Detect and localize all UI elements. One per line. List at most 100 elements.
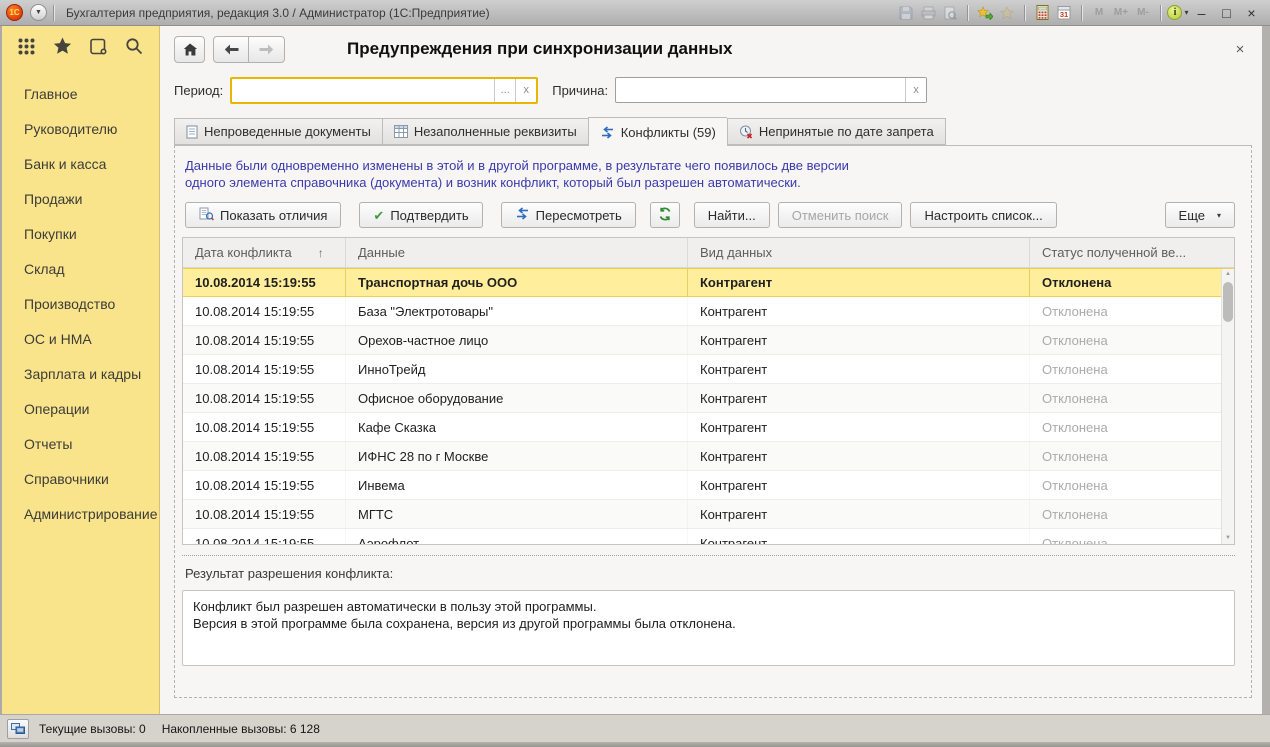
save-icon[interactable]: [895, 3, 917, 23]
app-window: 1С ▼ Бухгалтерия предприятия, редакция 3…: [0, 0, 1270, 747]
table-header: Дата конфликта ↑ Данные Вид данных Стату…: [183, 238, 1234, 268]
sidebar-item-proizvodstvo[interactable]: Производство: [2, 286, 159, 321]
calendar-icon[interactable]: 31: [1053, 3, 1075, 23]
conflicts-panel: Данные были одновременно изменены в этой…: [174, 145, 1252, 698]
sidebar-item-rukovoditelyu[interactable]: Руководителю: [2, 111, 159, 146]
sidebar-item-sklad[interactable]: Склад: [2, 251, 159, 286]
sync-icon: [515, 207, 530, 223]
tab-neprovedennye-dokumenty[interactable]: Непроведенные документы: [174, 118, 382, 145]
memory-m-plus-button[interactable]: M+: [1110, 3, 1132, 23]
find-button[interactable]: Найти...: [694, 202, 770, 228]
tab-konflikty[interactable]: Конфликты (59): [588, 117, 727, 146]
sidebar-item-glavnoe[interactable]: Главное: [2, 76, 159, 111]
maximize-button[interactable]: □: [1214, 3, 1239, 22]
separator: [182, 555, 1235, 556]
reason-label: Причина:: [552, 83, 608, 98]
period-label: Период:: [174, 83, 223, 98]
reason-input[interactable]: [616, 78, 905, 102]
column-header-kind[interactable]: Вид данных: [688, 238, 1030, 267]
more-button[interactable]: Еще ▾: [1165, 202, 1235, 228]
check-icon: ✔: [373, 209, 384, 222]
favorites-icon[interactable]: [996, 3, 1018, 23]
conflicts-toolbar: Показать отличия ✔ Подтвердить Пересмотр…: [185, 202, 1235, 228]
sort-asc-icon: ↑: [318, 246, 324, 260]
sidebar-item-bank-i-kassa[interactable]: Банк и касса: [2, 146, 159, 181]
sidebar-item-operacii[interactable]: Операции: [2, 391, 159, 426]
result-text: Конфликт был разрешен автоматически в по…: [182, 590, 1235, 666]
print-preview-icon[interactable]: [939, 3, 961, 23]
memory-m-minus-button[interactable]: M-: [1132, 3, 1154, 23]
more-caret-icon: ▾: [1217, 211, 1221, 220]
sidebar-item-os-i-nma[interactable]: ОС и НМА: [2, 321, 159, 356]
back-button[interactable]: [213, 36, 249, 63]
tab-strip: Непроведенные документы Незаполненные ре…: [174, 117, 1252, 145]
clock-block-icon: [739, 125, 753, 139]
sidebar-item-spravochniki[interactable]: Справочники: [2, 461, 159, 496]
performance-indicator-button[interactable]: [7, 719, 29, 739]
scroll-down-icon[interactable]: ▼: [1222, 533, 1234, 544]
info-icon[interactable]: i ▾: [1167, 3, 1189, 23]
sidebar-menu: Главное Руководителю Банк и касса Продаж…: [2, 64, 159, 531]
sections-menu-icon[interactable]: [18, 38, 35, 55]
1c-logo-icon: 1С: [6, 4, 23, 21]
table-scrollbar[interactable]: ▲ ▼: [1221, 269, 1234, 544]
sidebar-item-zarplata[interactable]: Зарплата и кадры: [2, 356, 159, 391]
divider: [967, 5, 968, 21]
column-header-date[interactable]: Дата конфликта ↑: [183, 238, 346, 267]
memory-m-button[interactable]: M: [1088, 3, 1110, 23]
conflicts-table: Дата конфликта ↑ Данные Вид данных Стату…: [182, 237, 1235, 545]
show-differences-button[interactable]: Показать отличия: [185, 202, 341, 228]
sidebar-item-pokupki[interactable]: Покупки: [2, 216, 159, 251]
refresh-button[interactable]: [650, 202, 680, 228]
sidebar-item-otchety[interactable]: Отчеты: [2, 426, 159, 461]
tab-nezapolnennye-rekvizity[interactable]: Незаполненные реквизиты: [382, 118, 588, 145]
scrollbar-thumb[interactable]: [1223, 282, 1233, 322]
table-grid-icon: [394, 125, 408, 138]
table-row[interactable]: 10.08.2014 15:19:55 МГТС Контрагент Откл…: [183, 500, 1234, 529]
divider: [53, 5, 54, 21]
sidebar-item-administrirovanie[interactable]: Администрирование: [2, 496, 159, 531]
confirm-button[interactable]: ✔ Подтвердить: [359, 202, 482, 228]
reason-clear-button[interactable]: x: [905, 78, 926, 102]
favorites-star-icon[interactable]: [53, 37, 72, 55]
period-input-wrap: ... x: [230, 77, 538, 104]
add-favorite-icon[interactable]: [974, 3, 996, 23]
print-icon[interactable]: [917, 3, 939, 23]
tab-neprinyatye-po-date-zapreta[interactable]: Непринятые по дате запрета: [727, 118, 946, 145]
table-row[interactable]: 10.08.2014 15:19:55 ИнноТрейд Контрагент…: [183, 355, 1234, 384]
section-sidebar: Главное Руководителю Банк и касса Продаж…: [2, 26, 160, 714]
calculator-icon[interactable]: [1031, 3, 1053, 23]
page-title: Предупреждения при синхронизации данных: [347, 39, 733, 59]
review-button[interactable]: Пересмотреть: [501, 202, 636, 228]
divider: [1160, 5, 1161, 21]
home-button[interactable]: [174, 36, 205, 63]
cancel-search-button[interactable]: Отменить поиск: [778, 202, 903, 228]
conflict-info-text: Данные были одновременно изменены в этой…: [185, 157, 1235, 191]
column-header-status[interactable]: Статус полученной ве...: [1030, 238, 1234, 267]
form-close-icon[interactable]: ×: [1228, 41, 1252, 58]
table-row[interactable]: 10.08.2014 15:19:55 Кафе Сказка Контраге…: [183, 413, 1234, 442]
current-calls-text: Текущие вызовы: 0: [39, 722, 146, 736]
table-row[interactable]: 10.08.2014 15:19:55 ИФНС 28 по г Москве …: [183, 442, 1234, 471]
table-row[interactable]: 10.08.2014 15:19:55 Аэрофлот Контрагент …: [183, 529, 1234, 545]
column-header-data[interactable]: Данные: [346, 238, 688, 267]
table-row[interactable]: 10.08.2014 15:19:55 Транспортная дочь ОО…: [183, 268, 1234, 297]
period-input[interactable]: [232, 79, 494, 102]
search-icon[interactable]: [125, 37, 143, 55]
close-button[interactable]: ×: [1239, 3, 1264, 22]
table-row[interactable]: 10.08.2014 15:19:55 База "Электротовары"…: [183, 297, 1234, 326]
table-row[interactable]: 10.08.2014 15:19:55 Инвема Контрагент От…: [183, 471, 1234, 500]
scroll-up-icon[interactable]: ▲: [1222, 269, 1234, 280]
sidebar-item-prodazhi[interactable]: Продажи: [2, 181, 159, 216]
table-row[interactable]: 10.08.2014 15:19:55 Орехов-частное лицо …: [183, 326, 1234, 355]
minimize-button[interactable]: –: [1189, 3, 1214, 22]
history-icon[interactable]: [89, 37, 107, 55]
period-clear-button[interactable]: x: [515, 79, 536, 102]
forward-button[interactable]: [249, 36, 285, 63]
period-ellipsis-button[interactable]: ...: [494, 79, 515, 102]
divider: [1024, 5, 1025, 21]
main-menu-button[interactable]: ▼: [30, 4, 47, 21]
configure-list-button[interactable]: Настроить список...: [910, 202, 1056, 228]
table-row[interactable]: 10.08.2014 15:19:55 Офисное оборудование…: [183, 384, 1234, 413]
status-bar: Текущие вызовы: 0 Накопленные вызовы: 6 …: [0, 714, 1270, 742]
